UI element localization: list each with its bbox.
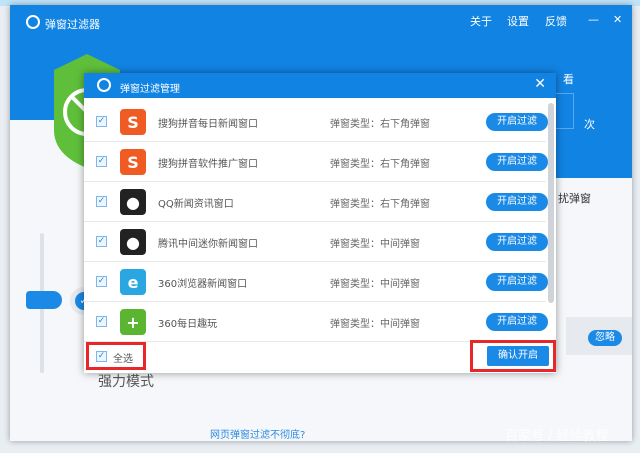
ignore-button[interactable]: 忽略 bbox=[588, 330, 622, 346]
list-item: ✓ ● 腾讯中间迷你新闻窗口 弹窗类型：中间弹窗 开启过滤 bbox=[84, 222, 548, 262]
item-type: 弹窗类型：右下角弹窗 bbox=[330, 159, 430, 170]
item-checkbox[interactable]: ✓ bbox=[96, 116, 107, 127]
item-name: 搜狗拼音软件推广窗口 bbox=[158, 159, 258, 170]
item-name: 360每日趣玩 bbox=[158, 319, 218, 330]
strong-mode-label: 强力模式 bbox=[98, 374, 154, 390]
confirm-highlight: 确认开启 bbox=[470, 340, 556, 372]
item-name: 搜狗拼音每日新闻窗口 bbox=[158, 119, 258, 130]
enable-filter-button[interactable]: 开启过滤 bbox=[486, 153, 548, 171]
minimize-button[interactable]: — bbox=[588, 13, 599, 26]
item-type: 弹窗类型：中间弹窗 bbox=[330, 239, 420, 250]
filter-list: ✓ S 搜狗拼音每日新闻窗口 弹窗类型：右下角弹窗 开启过滤 ✓ S 搜狗拼音软件… bbox=[84, 102, 548, 342]
close-button[interactable]: ✕ bbox=[613, 13, 622, 26]
watch-text: 看 bbox=[563, 73, 574, 86]
dialog-header: 弹窗过滤管理 ✕ bbox=[84, 73, 556, 98]
item-name: QQ新闻资讯窗口 bbox=[158, 199, 234, 210]
select-all-label: 全选 bbox=[113, 354, 133, 365]
item-type: 弹窗类型：右下角弹窗 bbox=[330, 199, 430, 210]
item-checkbox[interactable]: ✓ bbox=[96, 276, 107, 287]
harass-popup-text: 扰弹窗 bbox=[558, 192, 591, 205]
confirm-button[interactable]: 确认开启 bbox=[487, 346, 549, 366]
qq-penguin-icon: ● bbox=[120, 189, 146, 215]
scrollbar[interactable] bbox=[548, 103, 554, 303]
about-link[interactable]: 关于 bbox=[470, 13, 492, 29]
settings-link[interactable]: 设置 bbox=[507, 13, 529, 29]
select-all[interactable]: ✓ 全选 bbox=[86, 342, 146, 370]
item-name: 360浏览器新闻窗口 bbox=[158, 279, 248, 290]
feedback-link[interactable]: 反馈 bbox=[545, 13, 567, 29]
360-plus-icon: + bbox=[120, 309, 146, 335]
list-item: ✓ S 搜狗拼音每日新闻窗口 弹窗类型：右下角弹窗 开启过滤 bbox=[84, 102, 548, 142]
item-type: 弹窗类型：中间弹窗 bbox=[330, 279, 420, 290]
count-box bbox=[556, 93, 574, 129]
item-checkbox[interactable]: ✓ bbox=[96, 196, 107, 207]
item-checkbox[interactable]: ✓ bbox=[96, 316, 107, 327]
enable-filter-button[interactable]: 开启过滤 bbox=[486, 313, 548, 331]
sogou-icon: S bbox=[120, 149, 146, 175]
360-browser-icon: e bbox=[120, 269, 146, 295]
list-item: ✓ e 360浏览器新闻窗口 弹窗类型：中间弹窗 开启过滤 bbox=[84, 262, 548, 302]
enable-filter-button[interactable]: 开启过滤 bbox=[486, 273, 548, 291]
list-item: ✓ + 360每日趣玩 弹窗类型：中间弹窗 开启过滤 bbox=[84, 302, 548, 342]
enable-filter-button[interactable]: 开启过滤 bbox=[486, 233, 548, 251]
enable-filter-button[interactable]: 开启过滤 bbox=[486, 193, 548, 211]
list-item: ✓ S 搜狗拼音软件推广窗口 弹窗类型：右下角弹窗 开启过滤 bbox=[84, 142, 548, 182]
select-all-checkbox[interactable]: ✓ bbox=[96, 351, 107, 362]
list-item: ✓ ● QQ新闻资讯窗口 弹窗类型：右下角弹窗 开启过滤 bbox=[84, 182, 548, 222]
sogou-icon: S bbox=[120, 109, 146, 135]
mode-slider-handle[interactable] bbox=[26, 291, 62, 309]
app-title: 弹窗过滤器 bbox=[45, 18, 100, 31]
item-type: 弹窗类型：右下角弹窗 bbox=[330, 119, 430, 130]
item-checkbox[interactable]: ✓ bbox=[96, 156, 107, 167]
dialog-title: 弹窗过滤管理 bbox=[120, 84, 180, 95]
watermark: 百家号 / 经验教程 bbox=[505, 429, 609, 444]
times-text: 次 bbox=[584, 118, 595, 131]
enable-filter-button[interactable]: 开启过滤 bbox=[486, 113, 548, 131]
item-checkbox[interactable]: ✓ bbox=[96, 236, 107, 247]
item-type: 弹窗类型：中间弹窗 bbox=[330, 319, 420, 330]
popup-filter-dialog: 弹窗过滤管理 ✕ ✓ S 搜狗拼音每日新闻窗口 弹窗类型：右下角弹窗 开启过滤 ✓… bbox=[84, 73, 556, 373]
app-logo-icon bbox=[26, 15, 40, 29]
qq-penguin-icon: ● bbox=[120, 229, 146, 255]
dialog-logo-icon bbox=[97, 78, 111, 92]
dialog-close-button[interactable]: ✕ bbox=[534, 76, 546, 92]
item-name: 腾讯中间迷你新闻窗口 bbox=[158, 239, 258, 250]
feedback-help-link[interactable]: 网页弹窗过滤不彻底? bbox=[210, 426, 305, 441]
